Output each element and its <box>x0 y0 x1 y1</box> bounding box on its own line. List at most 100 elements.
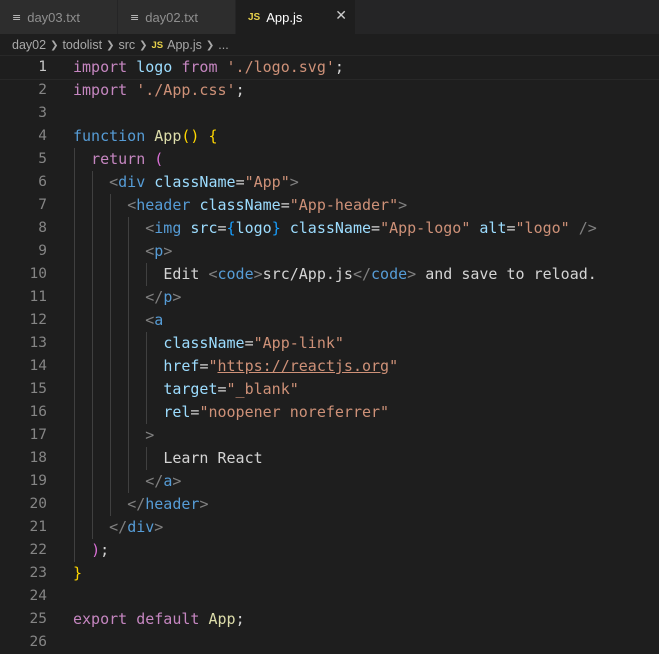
tab-day03[interactable]: ≡ day03.txt <box>0 0 118 34</box>
link-url[interactable]: https://reactjs.org <box>218 357 390 375</box>
line-number: 12 <box>29 312 47 328</box>
token: > <box>398 196 408 214</box>
token: /> <box>578 219 597 237</box>
token: App <box>154 127 182 145</box>
breadcrumb-item[interactable]: src <box>118 38 135 52</box>
token: </ <box>145 472 164 490</box>
close-icon[interactable]: ✕ <box>335 8 347 24</box>
token: " <box>389 357 399 375</box>
token: < <box>208 265 218 283</box>
token: = <box>235 173 245 191</box>
token: export <box>73 610 128 628</box>
chevron-right-icon: ❯ <box>205 39 215 51</box>
line-number: 13 <box>29 335 47 351</box>
code-line[interactable]: 8 <img src={logo} className="App-logo" a… <box>0 217 659 240</box>
code-line[interactable]: 12 <a <box>0 309 659 332</box>
code-line[interactable]: 7 <header className="App-header"> <box>0 194 659 217</box>
code-line[interactable]: 4 function App() { <box>0 125 659 148</box>
token: < <box>109 173 119 191</box>
token: Learn React <box>163 449 263 467</box>
code-line[interactable]: 5 return ( <box>0 148 659 171</box>
token: { <box>208 127 218 145</box>
code-line[interactable]: 23 } <box>0 562 659 585</box>
code-line[interactable]: 3 <box>0 102 659 125</box>
breadcrumb-item[interactable]: day02 <box>12 38 46 52</box>
token: div <box>127 518 155 536</box>
token: </ <box>145 288 164 306</box>
line-number: 23 <box>29 565 47 581</box>
token: className <box>163 334 245 352</box>
tab-label: App.js <box>266 9 303 25</box>
code-line[interactable]: 1 import logo from './logo.svg'; <box>0 55 659 80</box>
code-line[interactable]: 24 <box>0 585 659 608</box>
code-line[interactable]: 22 ); <box>0 539 659 562</box>
tab-app-js[interactable]: JS App.js ✕ <box>236 0 356 34</box>
token: return <box>91 150 146 168</box>
line-number: 2 <box>38 82 47 98</box>
token: "App" <box>244 173 290 191</box>
code-line[interactable]: 19 </a> <box>0 470 659 493</box>
token: Edit <box>163 265 209 283</box>
token: > <box>172 472 182 490</box>
breadcrumb-item[interactable]: ... <box>218 38 228 52</box>
token: import <box>73 58 128 76</box>
token: } <box>73 564 83 582</box>
token: a <box>154 311 164 329</box>
token: > <box>145 426 155 444</box>
code-line[interactable]: 10 Edit <code>src/App.js</code> and save… <box>0 263 659 286</box>
line-number: 21 <box>29 519 47 535</box>
line-number: 1 <box>38 59 47 75</box>
js-file-icon: JS <box>151 39 164 51</box>
token: './logo.svg' <box>226 58 335 76</box>
code-line[interactable]: 26 <box>0 631 659 654</box>
token: className <box>289 219 372 237</box>
token: default <box>136 610 200 628</box>
chevron-right-icon: ❯ <box>106 39 115 51</box>
code-line[interactable]: 17 > <box>0 424 659 447</box>
line-number: 11 <box>29 289 47 305</box>
line-number: 25 <box>29 611 47 627</box>
token: "App-header" <box>289 196 399 214</box>
code-line[interactable]: 15 target="_blank" <box>0 378 659 401</box>
chevron-right-icon: ❯ <box>50 39 59 51</box>
tab-label: day02.txt <box>145 9 198 25</box>
js-file-icon: JS <box>248 11 261 23</box>
token: import <box>73 81 128 99</box>
token: App <box>208 610 236 628</box>
line-number: 18 <box>29 450 47 466</box>
token: "_blank" <box>226 380 299 398</box>
code-line[interactable]: 18 Learn React <box>0 447 659 470</box>
token: './App.css' <box>136 81 236 99</box>
code-line[interactable]: 13 className="App-link" <box>0 332 659 355</box>
code-line[interactable]: 25 export default App; <box>0 608 659 631</box>
line-number: 6 <box>38 174 47 190</box>
token: ( <box>154 150 164 168</box>
code-line[interactable]: 21 </div> <box>0 516 659 539</box>
line-number: 9 <box>38 243 47 259</box>
token: img <box>154 219 182 237</box>
breadcrumb-item[interactable]: todolist <box>62 38 102 52</box>
token: code <box>371 265 408 283</box>
line-number: 14 <box>29 358 47 374</box>
code-line[interactable]: 20 </header> <box>0 493 659 516</box>
token: className <box>199 196 281 214</box>
token: alt <box>479 219 507 237</box>
breadcrumb-item[interactable]: App.js <box>167 38 202 52</box>
token: target <box>163 380 218 398</box>
code-editor[interactable]: 1 import logo from './logo.svg'; 2 impor… <box>0 55 659 654</box>
tab-day02[interactable]: ≡ day02.txt <box>118 0 236 34</box>
token: header <box>136 196 191 214</box>
code-line[interactable]: 6 <div className="App"> <box>0 171 659 194</box>
code-line[interactable]: 9 <p> <box>0 240 659 263</box>
line-number: 20 <box>29 496 47 512</box>
token: "App-link" <box>253 334 344 352</box>
code-line[interactable]: 16 rel="noopener noreferrer" <box>0 401 659 424</box>
code-line[interactable]: 11 </p> <box>0 286 659 309</box>
token: </ <box>109 518 128 536</box>
code-line[interactable]: 14 href="https://reactjs.org" <box>0 355 659 378</box>
text-file-icon: ≡ <box>12 10 22 24</box>
code-line[interactable]: 2 import './App.css'; <box>0 79 659 102</box>
line-number: 8 <box>38 220 47 236</box>
line-number: 3 <box>38 105 47 121</box>
line-number: 17 <box>29 427 47 443</box>
